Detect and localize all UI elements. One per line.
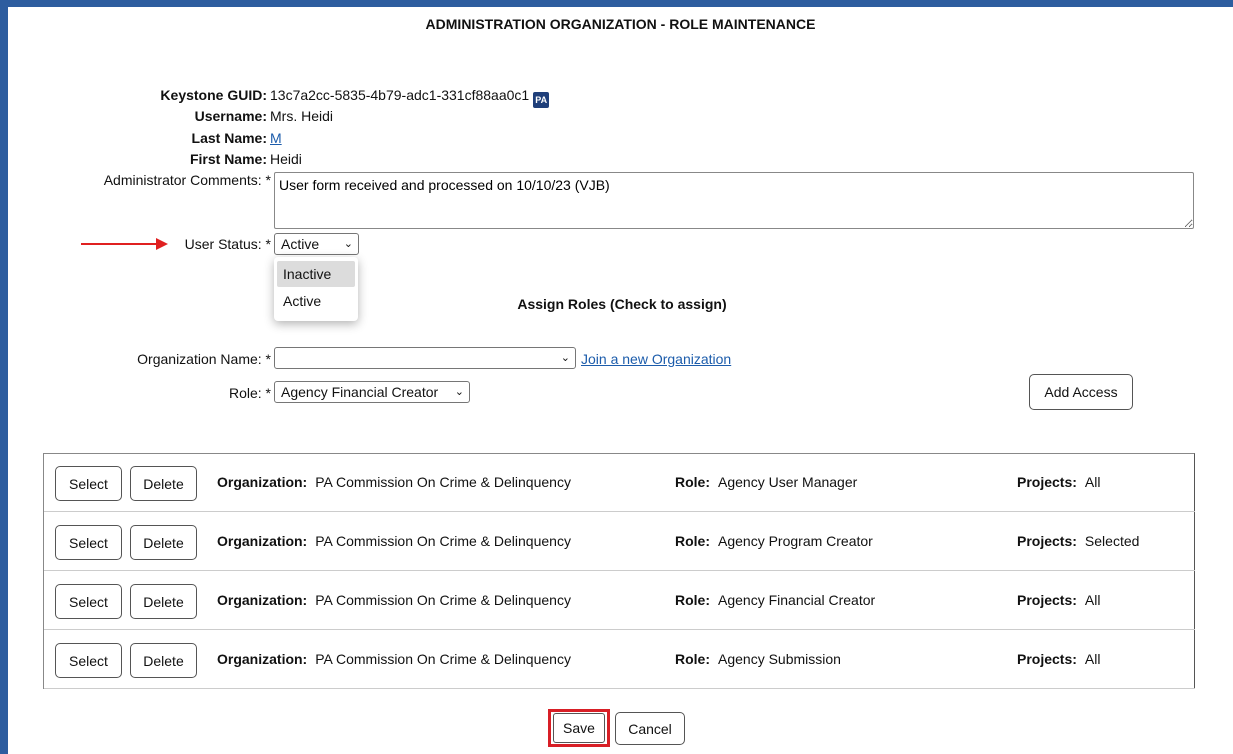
user-status-select[interactable]: Active ⌄	[274, 233, 359, 255]
user-status-value: Active	[281, 236, 320, 252]
role-value: Agency Submission	[718, 651, 841, 667]
role-select-value: Agency Financial Creator	[281, 384, 439, 400]
assign-roles-heading: Assign Roles (Check to assign)	[517, 296, 727, 312]
main-panel: ADMINISTRATION ORGANIZATION - ROLE MAINT…	[8, 7, 1233, 754]
username-label: Username:	[194, 108, 267, 124]
user-status-label: User Status: *	[184, 236, 271, 252]
guid-text: 13c7a2cc-5835-4b79-adc1-331cf88aa0c1	[270, 87, 530, 103]
status-option-inactive[interactable]: Inactive	[277, 261, 355, 287]
comments-label: Administrator Comments: *	[103, 172, 271, 188]
red-arrow-head	[156, 238, 168, 250]
projects-value: Selected	[1084, 533, 1140, 549]
projects-value: All	[1084, 592, 1101, 608]
role-select[interactable]: Agency Financial Creator ⌄	[274, 381, 470, 403]
role-cell: Role: Agency Submission	[675, 651, 841, 667]
projects-cell: Projects: All	[1017, 592, 1100, 608]
table-row: Select Delete Organization: PA Commission…	[44, 572, 1195, 630]
projects-cell: Projects: All	[1017, 474, 1100, 490]
chevron-down-icon: ⌄	[454, 386, 464, 398]
projects-value: All	[1084, 651, 1101, 667]
guid-label: Keystone GUID:	[160, 87, 267, 103]
organization-cell: Organization: PA Commission On Crime & De…	[217, 533, 571, 549]
firstname-value: Heidi	[270, 151, 302, 167]
comments-textarea[interactable]: User form received and processed on 10/1…	[274, 172, 1194, 229]
organization-value: PA Commission On Crime & Delinquency	[315, 651, 571, 667]
organization-label: Organization:	[217, 592, 308, 608]
role-value: Agency Program Creator	[718, 533, 873, 549]
role-cell-label: Role:	[675, 651, 710, 667]
projects-cell: Projects: Selected	[1017, 533, 1139, 549]
firstname-label: First Name:	[189, 151, 267, 167]
select-button[interactable]: Select	[55, 584, 122, 619]
status-option-active[interactable]: Active	[277, 288, 355, 314]
add-access-button[interactable]: Add Access	[1029, 374, 1133, 410]
username-value: Mrs. Heidi	[270, 108, 334, 124]
join-organization-link[interactable]: Join a new Organization	[581, 351, 731, 367]
organization-value: PA Commission On Crime & Delinquency	[315, 474, 571, 490]
guid-value: 13c7a2cc-5835-4b79-adc1-331cf88aa0c1 PA	[270, 87, 550, 108]
lastname-link[interactable]: M	[270, 130, 282, 146]
org-name-label: Organization Name: *	[137, 351, 271, 367]
assigned-roles-table: Select Delete Organization: PA Commission…	[43, 453, 1195, 689]
projects-label: Projects:	[1017, 592, 1077, 608]
projects-label: Projects:	[1017, 651, 1077, 667]
organization-value: PA Commission On Crime & Delinquency	[315, 592, 571, 608]
user-status-dropdown: Inactive Active	[274, 257, 358, 321]
delete-button[interactable]: Delete	[130, 643, 197, 678]
projects-value: All	[1084, 474, 1101, 490]
projects-cell: Projects: All	[1017, 651, 1100, 667]
table-row: Select Delete Organization: PA Commission…	[44, 454, 1195, 512]
role-cell: Role: Agency Financial Creator	[675, 592, 875, 608]
projects-label: Projects:	[1017, 533, 1077, 549]
role-cell-label: Role:	[675, 533, 710, 549]
organization-label: Organization:	[217, 533, 308, 549]
role-cell-label: Role:	[675, 474, 710, 490]
organization-label: Organization:	[217, 474, 308, 490]
select-button[interactable]: Select	[55, 643, 122, 678]
role-cell: Role: Agency User Manager	[675, 474, 857, 490]
table-row: Select Delete Organization: PA Commission…	[44, 513, 1195, 571]
chevron-down-icon: ⌄	[343, 238, 353, 250]
role-cell: Role: Agency Program Creator	[675, 533, 873, 549]
cancel-button[interactable]: Cancel	[615, 712, 685, 745]
lastname-label: Last Name:	[191, 130, 267, 146]
delete-button[interactable]: Delete	[130, 466, 197, 501]
page-title: ADMINISTRATION ORGANIZATION - ROLE MAINT…	[425, 16, 816, 32]
role-value: Agency Financial Creator	[718, 592, 876, 608]
org-name-select[interactable]: ⌄	[274, 347, 576, 369]
role-label: Role: *	[228, 385, 271, 401]
pa-keystone-icon: PA	[533, 92, 550, 108]
organization-cell: Organization: PA Commission On Crime & De…	[217, 474, 571, 490]
delete-button[interactable]: Delete	[130, 525, 197, 560]
save-button[interactable]: Save	[553, 713, 605, 743]
red-arrow-annotation	[81, 243, 161, 245]
organization-value: PA Commission On Crime & Delinquency	[315, 533, 571, 549]
chevron-down-icon: ⌄	[560, 352, 570, 364]
organization-cell: Organization: PA Commission On Crime & De…	[217, 651, 571, 667]
delete-button[interactable]: Delete	[130, 584, 197, 619]
select-button[interactable]: Select	[55, 466, 122, 501]
projects-label: Projects:	[1017, 474, 1077, 490]
table-row: Select Delete Organization: PA Commission…	[44, 631, 1195, 689]
organization-label: Organization:	[217, 651, 308, 667]
select-button[interactable]: Select	[55, 525, 122, 560]
role-cell-label: Role:	[675, 592, 710, 608]
role-value: Agency User Manager	[718, 474, 858, 490]
organization-cell: Organization: PA Commission On Crime & De…	[217, 592, 571, 608]
